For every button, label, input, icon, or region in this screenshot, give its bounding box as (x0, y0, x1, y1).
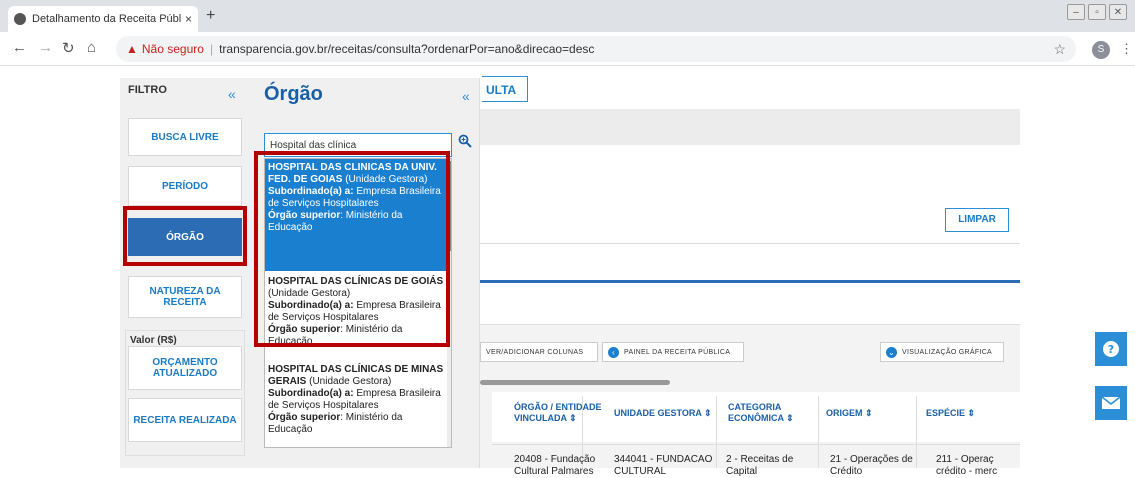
search-icon[interactable] (458, 134, 472, 148)
page-content: ULTA LIMPAR VER/ADICIONAR COLUNAS ‹ PAIN… (0, 66, 1135, 477)
close-window-button[interactable]: ✕ (1109, 4, 1127, 20)
table-cell: 211 - Operaç crédito - merc (936, 454, 998, 477)
periodo-label: PERÍODO (161, 180, 209, 192)
highlight-box (254, 151, 450, 347)
result-type: (Unidade Gestora) (306, 376, 392, 387)
minimize-button[interactable]: – (1067, 4, 1085, 20)
collapse-filter-icon[interactable]: « (228, 86, 236, 102)
orcamento-atualizado-label: ORÇAMENTO ATUALIZADO (152, 357, 218, 379)
highlight-box (123, 206, 247, 266)
tab-consulta[interactable]: ULTA (482, 76, 528, 102)
main-content: ULTA LIMPAR VER/ADICIONAR COLUNAS ‹ PAIN… (480, 66, 1020, 477)
profile-avatar[interactable]: S (1092, 41, 1110, 59)
favicon-icon (14, 13, 26, 25)
column-header-categoria[interactable]: CATEGORIA ECONÔMICA ⇕ (728, 402, 808, 424)
orgao-panel-title: Órgão (264, 83, 323, 105)
contact-button[interactable] (1095, 386, 1127, 420)
column-separator (716, 396, 717, 468)
limpar-button[interactable]: LIMPAR (945, 208, 1009, 232)
painel-receita-label: PAINEL DA RECEITA PÚBLICA (624, 348, 731, 356)
collapse-panel-icon[interactable]: « (462, 88, 470, 104)
home-icon[interactable]: ⌂ (87, 39, 96, 56)
result-sub-label: Subordinado(a) a: (268, 388, 354, 399)
busca-livre-label: BUSCA LIVRE (151, 131, 219, 143)
result-sup-label: Órgão superior (268, 412, 341, 423)
browser-toolbar: ← → ↻ ⌂ ▲ Não seguro | transparencia.gov… (0, 32, 1135, 66)
column-separator (916, 396, 917, 468)
question-icon: ? (1103, 341, 1119, 357)
envelope-icon (1101, 396, 1121, 409)
maximize-button[interactable]: ▫ (1088, 4, 1106, 20)
column-separator (818, 396, 819, 468)
filters-header-band (480, 109, 1020, 145)
visualizacao-grafica-button[interactable]: ⌄ VISUALIZAÇÃO GRÁFICA (880, 342, 1004, 362)
table-cell: 20408 - Fundação Cultural Palmares (514, 454, 596, 477)
bookmark-star-icon[interactable]: ☆ (1053, 41, 1066, 58)
valor-title: Valor (R$) (130, 335, 177, 346)
orcamento-atualizado-button[interactable]: ORÇAMENTO ATUALIZADO (128, 346, 242, 390)
svg-text:?: ? (1108, 343, 1114, 356)
column-header-orgao[interactable]: ÓRGÃO / ENTIDADE VINCULADA ⇕ (514, 402, 604, 424)
ver-colunas-button[interactable]: VER/ADICIONAR COLUNAS (480, 342, 598, 362)
filter-sidebar: FILTRO « BUSCA LIVRE PERÍODO ÓRGÃO NATUR… (120, 78, 250, 468)
url-text[interactable]: transparencia.gov.br/receitas/consulta?o… (219, 42, 594, 56)
tab-close-icon[interactable]: × (185, 12, 192, 26)
back-arrow-icon[interactable]: ← (12, 39, 27, 56)
row-separator (492, 444, 1020, 445)
column-header-origem[interactable]: ORIGEM ⇕ (826, 408, 906, 419)
horizontal-scrollbar[interactable] (480, 380, 670, 385)
browser-tab-bar: Detalhamento da Receita Pública - P × + … (0, 0, 1135, 32)
address-separator: | (209, 42, 214, 56)
periodo-button[interactable]: PERÍODO (128, 166, 242, 206)
busca-livre-button[interactable]: BUSCA LIVRE (128, 118, 242, 156)
table-cell: 2 - Receitas de Capital (726, 454, 794, 477)
reload-icon[interactable]: ↻ (62, 39, 75, 57)
browser-tab[interactable]: Detalhamento da Receita Pública - P × (8, 6, 198, 32)
divider (480, 243, 1020, 244)
browser-tab-title: Detalhamento da Receita Pública - P (32, 13, 181, 25)
address-bar[interactable]: ▲ Não seguro | transparencia.gov.br/rece… (116, 36, 1076, 62)
list-item[interactable]: HOSPITAL DAS CLÍNICAS DE MINAS GERAIS (U… (265, 361, 449, 447)
table-cell: 344041 - FUNDACAO CULTURAL (614, 454, 713, 477)
column-header-unidade[interactable]: UNIDADE GESTORA ⇕ (614, 408, 714, 419)
table-header: ÓRGÃO / ENTIDADE VINCULADA ⇕ UNIDADE GES… (492, 392, 1020, 442)
receita-realizada-label: RECEITA REALIZADA (133, 414, 237, 426)
visualizacao-grafica-label: VISUALIZAÇÃO GRÁFICA (902, 348, 993, 356)
ver-colunas-label: VER/ADICIONAR COLUNAS (486, 348, 584, 356)
table-cell: 21 - Operações de Crédito (830, 454, 913, 477)
help-button[interactable]: ? (1095, 332, 1127, 366)
browser-menu-icon[interactable]: ⋮ (1120, 41, 1133, 57)
chevron-down-icon: ⌄ (886, 346, 897, 358)
painel-receita-button[interactable]: ‹ PAINEL DA RECEITA PÚBLICA (602, 342, 744, 362)
forward-arrow-icon[interactable]: → (38, 39, 53, 56)
new-tab-button[interactable]: + (206, 7, 215, 25)
warning-icon[interactable]: ▲ (126, 42, 138, 56)
not-secure-label[interactable]: Não seguro (142, 42, 204, 56)
receita-realizada-button[interactable]: RECEITA REALIZADA (128, 398, 242, 442)
chevron-left-icon: ‹ (608, 346, 619, 358)
filter-title: FILTRO (128, 84, 167, 96)
section-divider (480, 280, 1020, 283)
column-header-especie[interactable]: ESPÉCIE ⇕ (926, 408, 1006, 419)
natureza-receita-button[interactable]: NATUREZA DA RECEITA (128, 276, 242, 318)
natureza-receita-label: NATUREZA DA RECEITA (149, 286, 221, 308)
window-controls: – ▫ ✕ (1067, 4, 1127, 20)
